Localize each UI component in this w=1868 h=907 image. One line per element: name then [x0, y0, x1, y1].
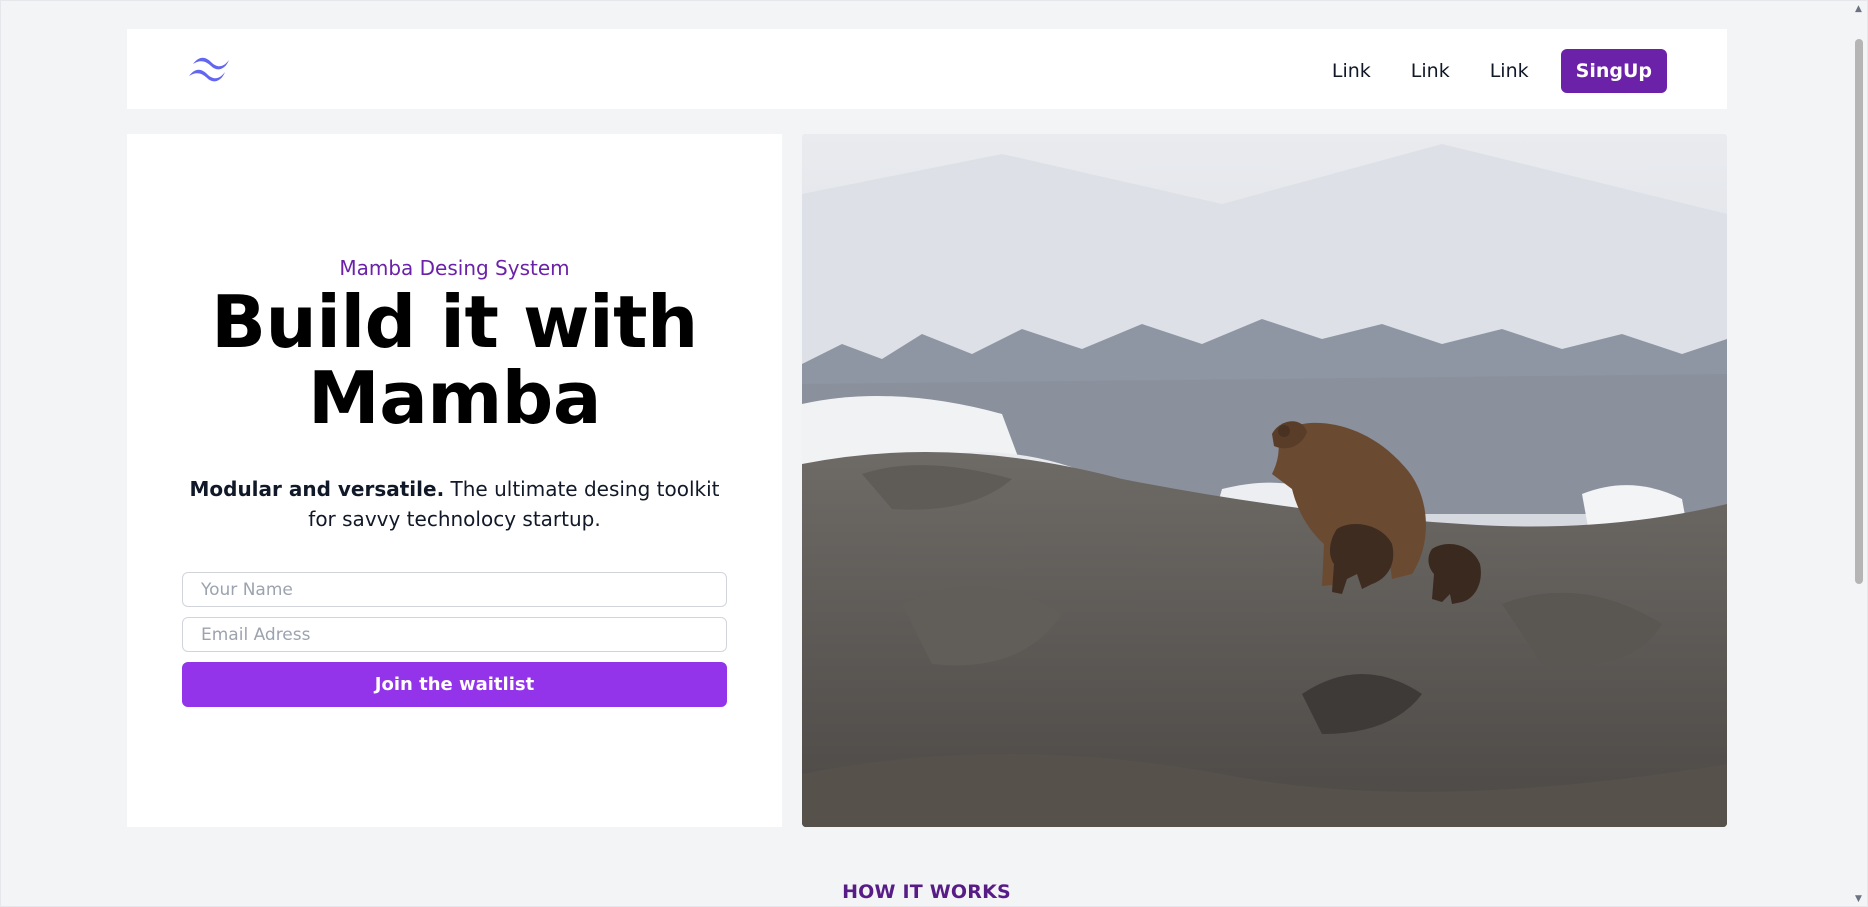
- nav-link-1[interactable]: Link: [1312, 49, 1391, 93]
- scroll-thumb[interactable]: [1855, 39, 1863, 584]
- hero-tagline-bold: Modular and versatile.: [189, 477, 445, 501]
- how-it-works-title: HOW IT WORKS: [842, 881, 1011, 903]
- hero-headline: Build it with Mamba: [127, 284, 782, 436]
- email-input[interactable]: [182, 617, 727, 652]
- name-input[interactable]: [182, 572, 727, 607]
- hero-tagline: Modular and versatile. The ultimate desi…: [177, 474, 732, 534]
- join-waitlist-button[interactable]: Join the waitlist: [182, 662, 727, 707]
- main-nav: Link Link Link SingUp: [1312, 49, 1667, 93]
- hero-eyebrow: Mamba Desing System: [339, 256, 570, 280]
- page-viewport: Link Link Link SingUp Mamba Desing Syste…: [0, 0, 1868, 907]
- waitlist-form: Join the waitlist: [182, 572, 727, 707]
- scroll-down-arrow-icon[interactable]: ▼: [1850, 891, 1867, 906]
- wave-logo-icon[interactable]: [187, 50, 235, 86]
- bear-landscape-image: [802, 134, 1727, 827]
- nav-link-3[interactable]: Link: [1470, 49, 1549, 93]
- page-scrollbar[interactable]: ▲ ▼: [1850, 1, 1867, 906]
- hero-card: Mamba Desing System Build it with Mamba …: [127, 134, 782, 827]
- top-navbar: Link Link Link SingUp: [127, 29, 1727, 109]
- scroll-up-arrow-icon[interactable]: ▲: [1850, 1, 1867, 18]
- hero-headline-line1: Build it with: [211, 280, 698, 364]
- hero-image: [802, 134, 1727, 827]
- hero-headline-line2: Mamba: [308, 356, 601, 440]
- signup-button[interactable]: SingUp: [1560, 49, 1667, 93]
- nav-link-2[interactable]: Link: [1391, 49, 1470, 93]
